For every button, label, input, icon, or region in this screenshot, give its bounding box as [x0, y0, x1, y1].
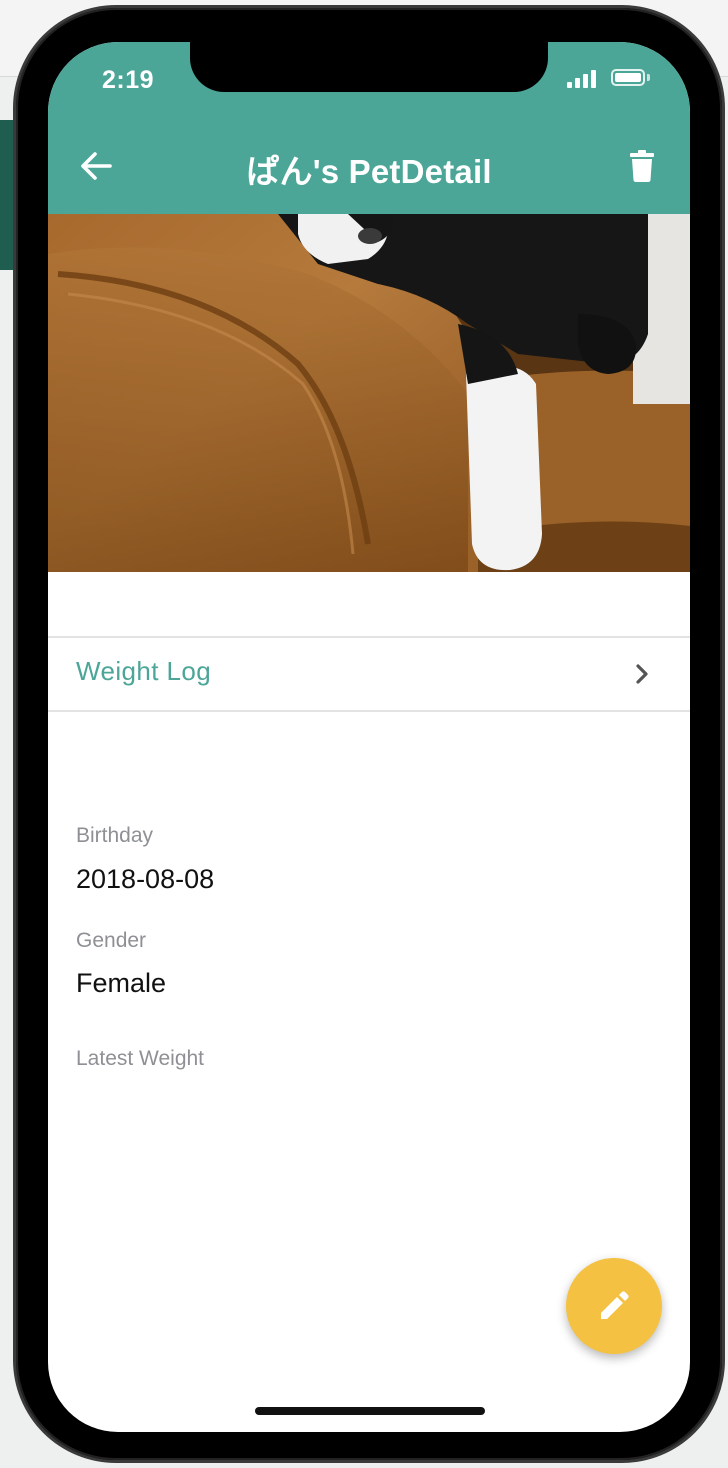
- app-screen: 2:19 ぱん's PetDetail Weight Log Birthday …: [48, 42, 690, 1432]
- weight-log-label: Weight Log: [76, 656, 212, 686]
- page-title: ぱん's PetDetail: [246, 153, 492, 190]
- latest-weight-label: Latest Weight: [76, 1047, 205, 1070]
- gender-label: Gender: [76, 929, 147, 952]
- weight-log-row[interactable]: Weight Log: [48, 636, 690, 712]
- device-notch: [190, 42, 548, 92]
- arrow-left-icon: [81, 152, 112, 180]
- signal-icon: [567, 70, 599, 88]
- gender-value: Female: [76, 968, 167, 998]
- birthday-value: 2018-08-08: [76, 864, 215, 894]
- pet-photo: [48, 214, 690, 572]
- home-indicator[interactable]: [255, 1407, 485, 1415]
- back-button[interactable]: [76, 146, 116, 186]
- status-time: 2:19: [102, 66, 155, 94]
- birthday-label: Birthday: [76, 824, 154, 847]
- trash-icon: [630, 150, 654, 182]
- phone-frame: 2:19 ぱん's PetDetail Weight Log Birthday …: [16, 8, 722, 1460]
- edit-button[interactable]: [566, 1258, 662, 1354]
- app-header: 2:19 ぱん's PetDetail: [48, 42, 690, 214]
- battery-tip: [647, 74, 650, 81]
- delete-button[interactable]: [622, 146, 662, 186]
- chevron-right-icon: [636, 664, 648, 684]
- battery-icon: [611, 69, 645, 86]
- pencil-icon: [601, 1291, 629, 1319]
